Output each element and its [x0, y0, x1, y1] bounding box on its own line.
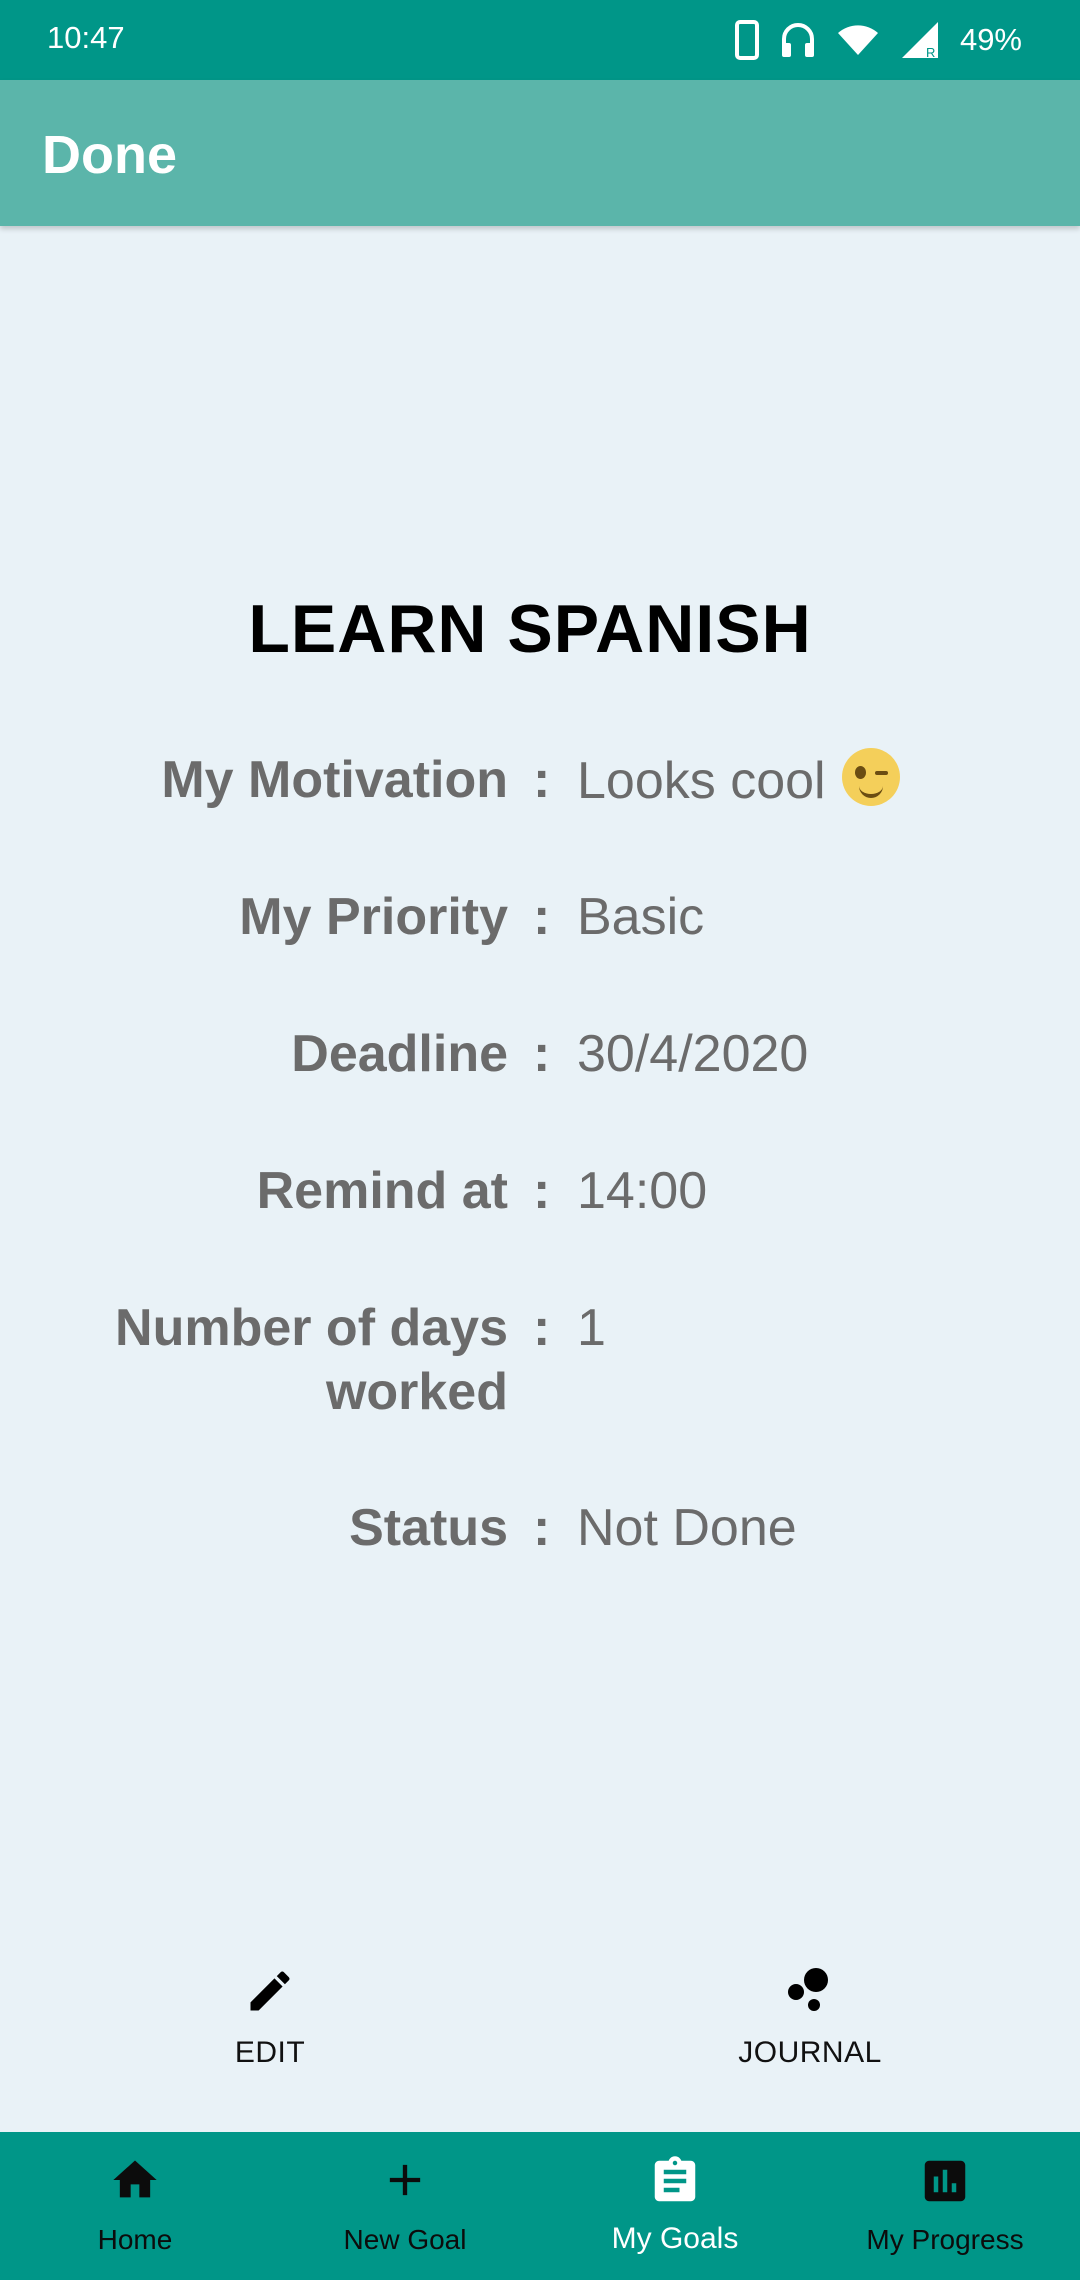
detail-separator: : — [533, 1025, 551, 1083]
detail-label: My Motivation — [161, 751, 508, 809]
nav-item-label: Home — [97, 2224, 173, 2255]
detail-separator: : — [533, 1162, 551, 1220]
battery-percent: 49% — [959, 22, 1022, 57]
detail-separator: : — [533, 888, 551, 946]
nav-item-label: My Goals — [611, 2222, 739, 2255]
journal-label: JOURNAL — [738, 2036, 882, 2069]
detail-value: 14:00 — [577, 1162, 708, 1220]
detail-label: My Priority — [239, 888, 508, 946]
svg-text:R: R — [926, 45, 935, 60]
nav-item-label: New Goal — [343, 2224, 467, 2255]
phone-icon — [734, 20, 759, 60]
nav-item-my-goals[interactable]: My Goals — [540, 2132, 810, 2280]
nav-item-home[interactable]: Home — [0, 2132, 270, 2280]
signal-icon: R — [901, 22, 938, 60]
detail-value: Looks cool — [577, 748, 900, 813]
detail-separator: : — [533, 1499, 551, 1557]
edit-label: EDIT — [234, 2036, 306, 2069]
nav-item-my-progress[interactable]: My Progress — [810, 2132, 1080, 2280]
detail-value: Not Done — [577, 1499, 797, 1557]
nav-item-new-goal[interactable]: New Goal — [270, 2132, 540, 2280]
detail-label: Number of days worked — [115, 1299, 508, 1421]
goal-title: LEARN SPANISH — [248, 591, 812, 667]
detail-label: Deadline — [291, 1025, 508, 1083]
plus-icon — [389, 2164, 421, 2196]
detail-value: 30/4/2020 — [577, 1025, 809, 1083]
app-bar-title: Done — [42, 125, 177, 185]
status-bar: 10:47 R 49% — [0, 0, 1080, 80]
nav-item-label: My Progress — [866, 2224, 1024, 2255]
bottom-navigation: Home New Goal My Goals My Progress — [0, 2132, 1080, 2280]
journal-button[interactable]: JOURNAL — [680, 1965, 940, 2070]
app-bar: Done — [0, 80, 1080, 226]
bubbles-icon — [788, 1968, 828, 2011]
detail-label: Status — [349, 1499, 508, 1557]
status-time: 10:47 — [47, 20, 125, 55]
wifi-icon — [837, 25, 878, 55]
detail-separator: : — [533, 1299, 551, 1357]
winking-face-emoji-icon — [841, 748, 900, 806]
status-icons: R 49% — [734, 16, 1022, 64]
headset-icon — [781, 23, 814, 57]
clipboard-icon — [654, 2156, 696, 2202]
bar-chart-icon — [924, 2160, 966, 2202]
edit-button[interactable]: EDIT — [140, 1965, 400, 2070]
detail-value: Basic — [577, 888, 705, 946]
home-icon — [113, 2160, 157, 2198]
detail-separator: : — [533, 751, 551, 809]
pencil-icon — [250, 1971, 290, 2011]
detail-label: Remind at — [256, 1162, 508, 1220]
detail-value: 1 — [577, 1299, 606, 1357]
